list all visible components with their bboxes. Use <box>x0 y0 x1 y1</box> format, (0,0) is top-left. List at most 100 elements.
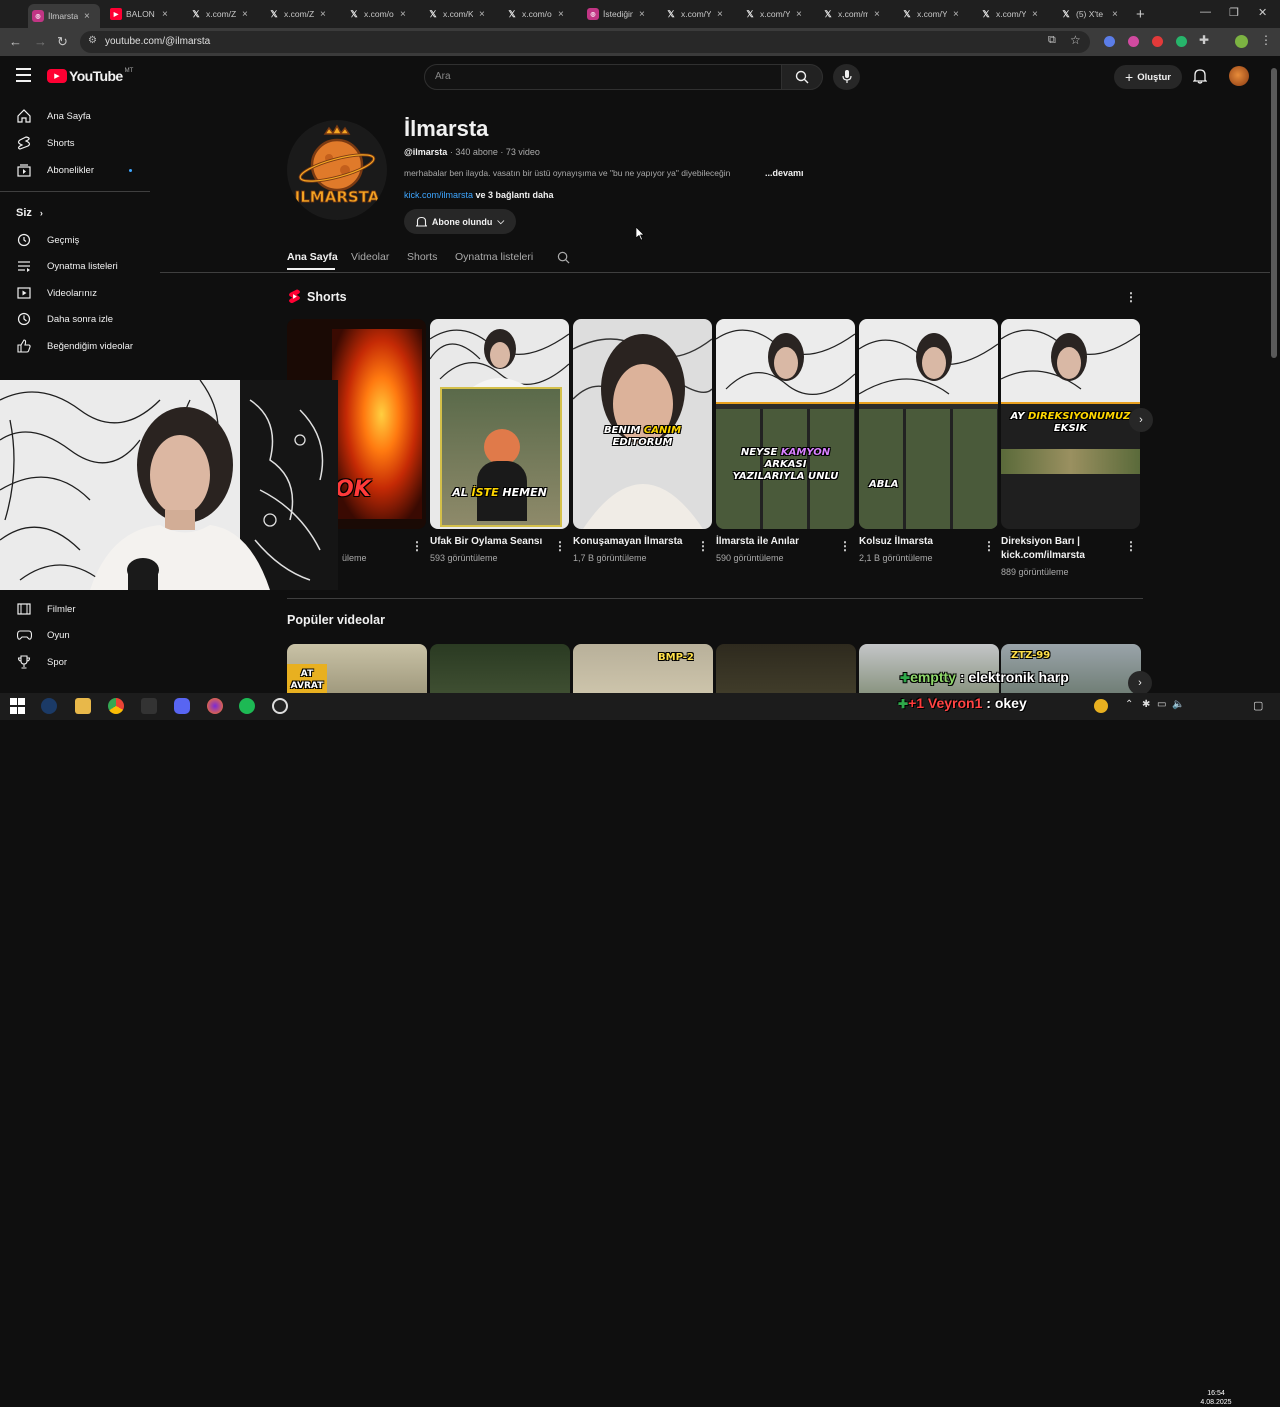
search-input[interactable]: Ara <box>424 64 782 90</box>
short-menu-icon[interactable]: ⋮ <box>411 539 423 553</box>
short-menu-icon[interactable]: ⋮ <box>983 539 995 553</box>
sidebar-item-history[interactable]: Geçmiş <box>16 231 79 249</box>
sidebar-item-playlists[interactable]: Oynatma listeleri <box>16 257 118 275</box>
short-title[interactable]: İlmarsta ile Anılar <box>716 535 844 549</box>
youtube-logo[interactable]: ▶ YouTube MT <box>47 68 133 84</box>
back-icon[interactable]: ← <box>9 34 22 49</box>
subscribed-button[interactable]: Abone olundu ⌵ <box>404 209 516 234</box>
short-menu-icon[interactable]: ⋮ <box>1125 539 1137 553</box>
description-more-link[interactable]: ...devamı <box>765 168 804 178</box>
tab-close-icon[interactable]: × <box>639 9 645 20</box>
short-thumbnail[interactable]: AY DIREKSIYONUMUZ EKSIK <box>1001 319 1140 529</box>
tab-close-icon[interactable]: × <box>162 9 168 20</box>
channel-avatar[interactable]: ILMARSTA <box>287 120 387 220</box>
tab-close-icon[interactable]: × <box>796 9 802 20</box>
address-bar[interactable]: ⚙ youtube.com/@ilmarsta ⧉ ☆ <box>80 31 1090 53</box>
browser-tab[interactable]: 𝕏x.com/Yi × <box>744 4 814 24</box>
short-menu-icon[interactable]: ⋮ <box>839 539 851 553</box>
tab-close-icon[interactable]: × <box>558 9 564 20</box>
taskbar-clock[interactable]: 16:54 4.08.2025 <box>1196 1389 1236 1407</box>
sidebar-item-sports[interactable]: Spor <box>16 653 67 671</box>
short-thumbnail[interactable]: ABLA <box>859 319 998 529</box>
file-explorer-icon[interactable] <box>75 698 91 714</box>
sidebar-item-watch-later[interactable]: Daha sonra izle <box>16 310 113 328</box>
browser-tab[interactable]: 𝕏x.com/or × <box>506 4 576 24</box>
bookmark-star-icon[interactable]: ☆ <box>1070 33 1081 47</box>
sidebar-item-your-videos[interactable]: Videolarınız <box>16 284 97 302</box>
tab-close-icon[interactable]: × <box>1112 9 1118 20</box>
discord-icon[interactable] <box>174 698 190 714</box>
browser-tab[interactable]: ◎ İlmarsta × <box>28 4 100 28</box>
notification-center-icon[interactable]: ▢ <box>1253 699 1263 712</box>
browser-tab[interactable]: 𝕏x.com/Za× <box>190 4 260 24</box>
extensions-puzzle-icon[interactable]: ✚ <box>1199 33 1209 47</box>
forward-icon[interactable]: → <box>34 34 47 49</box>
tab-close-icon[interactable]: × <box>479 9 485 20</box>
browser-tab[interactable]: 𝕏x.com/Ka× <box>427 4 497 24</box>
tab-close-icon[interactable]: × <box>1032 9 1038 20</box>
reload-icon[interactable]: ↻ <box>57 34 68 50</box>
create-button[interactable]: + Oluştur <box>1114 65 1182 89</box>
spotify-icon[interactable] <box>239 698 255 714</box>
browser-tab[interactable]: 𝕏x.com/Yi × <box>901 4 971 24</box>
notifications-bell-icon[interactable] <box>1192 68 1208 89</box>
browser-tab[interactable]: 𝕏x.com/or × <box>348 4 418 24</box>
section-menu-icon[interactable]: ⋮ <box>1125 290 1137 304</box>
account-avatar[interactable] <box>1229 66 1249 86</box>
browser-tab[interactable]: 𝕏x.com/Za× <box>268 4 338 24</box>
short-thumbnail[interactable]: BENIM CANIM EDITORUM <box>573 319 712 529</box>
browser-tab[interactable]: 𝕏x.com/m × <box>822 4 892 24</box>
channel-search-icon[interactable] <box>557 251 570 269</box>
tab-playlists[interactable]: Oynatma listeleri <box>455 251 533 263</box>
tab-home[interactable]: Ana Sayfa <box>287 251 338 263</box>
profile-avatar[interactable] <box>1235 35 1248 48</box>
browser-menu-icon[interactable]: ⋮ <box>1260 33 1272 47</box>
browser-tab[interactable]: ▶BALON D× <box>110 4 180 24</box>
install-app-icon[interactable]: ⧉ <box>1048 34 1056 47</box>
tab-close-icon[interactable]: × <box>953 9 959 20</box>
search-button[interactable] <box>781 64 823 90</box>
tab-close-icon[interactable]: × <box>874 9 880 20</box>
bluetooth-icon[interactable]: ✱ <box>1142 699 1150 710</box>
site-info-icon[interactable]: ⚙ <box>88 35 97 46</box>
voice-search-button[interactable] <box>833 64 860 90</box>
short-title[interactable]: Ufak Bir Oylama Seansı <box>430 535 558 549</box>
browser-tab[interactable]: ◎ İstediğin × <box>587 4 657 24</box>
browser-tab[interactable]: 𝕏x.com/Yi × <box>980 4 1050 24</box>
steam-icon[interactable] <box>41 698 57 714</box>
channel-description[interactable]: merhabalar ben ilayda. vasatın bir üstü … <box>404 168 730 178</box>
tab-videos[interactable]: Videolar <box>351 251 389 263</box>
browser-tab[interactable]: 𝕏x.com/Yi × <box>665 4 735 24</box>
tab-close-icon[interactable]: × <box>717 9 723 20</box>
sidebar-you-header[interactable]: Siz › <box>16 204 43 222</box>
extension-icon[interactable] <box>1104 36 1115 47</box>
sidebar-item-home[interactable]: Ana Sayfa <box>16 107 91 125</box>
short-title[interactable]: Direksiyon Barı | kick.com/ilmarsta <box>1001 535 1129 563</box>
short-title[interactable]: Kolsuz İlmarsta <box>859 535 987 549</box>
tab-close-icon[interactable]: × <box>242 9 248 20</box>
sidebar-item-shorts[interactable]: Shorts <box>16 134 74 152</box>
minimize-icon[interactable]: — <box>1200 6 1211 18</box>
tab-close-icon[interactable]: × <box>320 9 326 20</box>
browser-tab[interactable]: 𝕏 (5) X'te × <box>1060 4 1130 24</box>
new-tab-button[interactable]: + <box>1136 6 1150 23</box>
short-menu-icon[interactable]: ⋮ <box>697 539 709 553</box>
popular-next-button[interactable]: › <box>1128 671 1152 695</box>
tray-app-icon[interactable] <box>1094 699 1108 713</box>
tab-close-icon[interactable]: × <box>400 9 406 20</box>
battery-icon[interactable]: ▭ <box>1157 699 1166 710</box>
volume-icon[interactable]: 🔈 <box>1172 699 1184 710</box>
short-thumbnail[interactable]: NEYSE KAMYON ARKASI YAZILARIYLA UNLU <box>716 319 855 529</box>
sidebar-item-gaming[interactable]: Oyun <box>16 626 70 644</box>
windows-start-icon[interactable] <box>10 698 26 714</box>
page-scrollbar[interactable] <box>1271 68 1277 358</box>
more-links[interactable]: ve 3 bağlantı daha <box>476 190 554 200</box>
short-thumbnail[interactable]: AL İSTE HEMEN <box>430 319 569 529</box>
close-window-icon[interactable]: ✕ <box>1258 6 1267 19</box>
sidebar-item-subscriptions[interactable]: Abonelikler <box>16 161 132 179</box>
extension-icon[interactable] <box>1128 36 1139 47</box>
short-menu-icon[interactable]: ⋮ <box>554 539 566 553</box>
extension-icon[interactable] <box>1152 36 1163 47</box>
tab-shorts[interactable]: Shorts <box>407 251 437 263</box>
tab-close-icon[interactable]: × <box>84 11 90 22</box>
